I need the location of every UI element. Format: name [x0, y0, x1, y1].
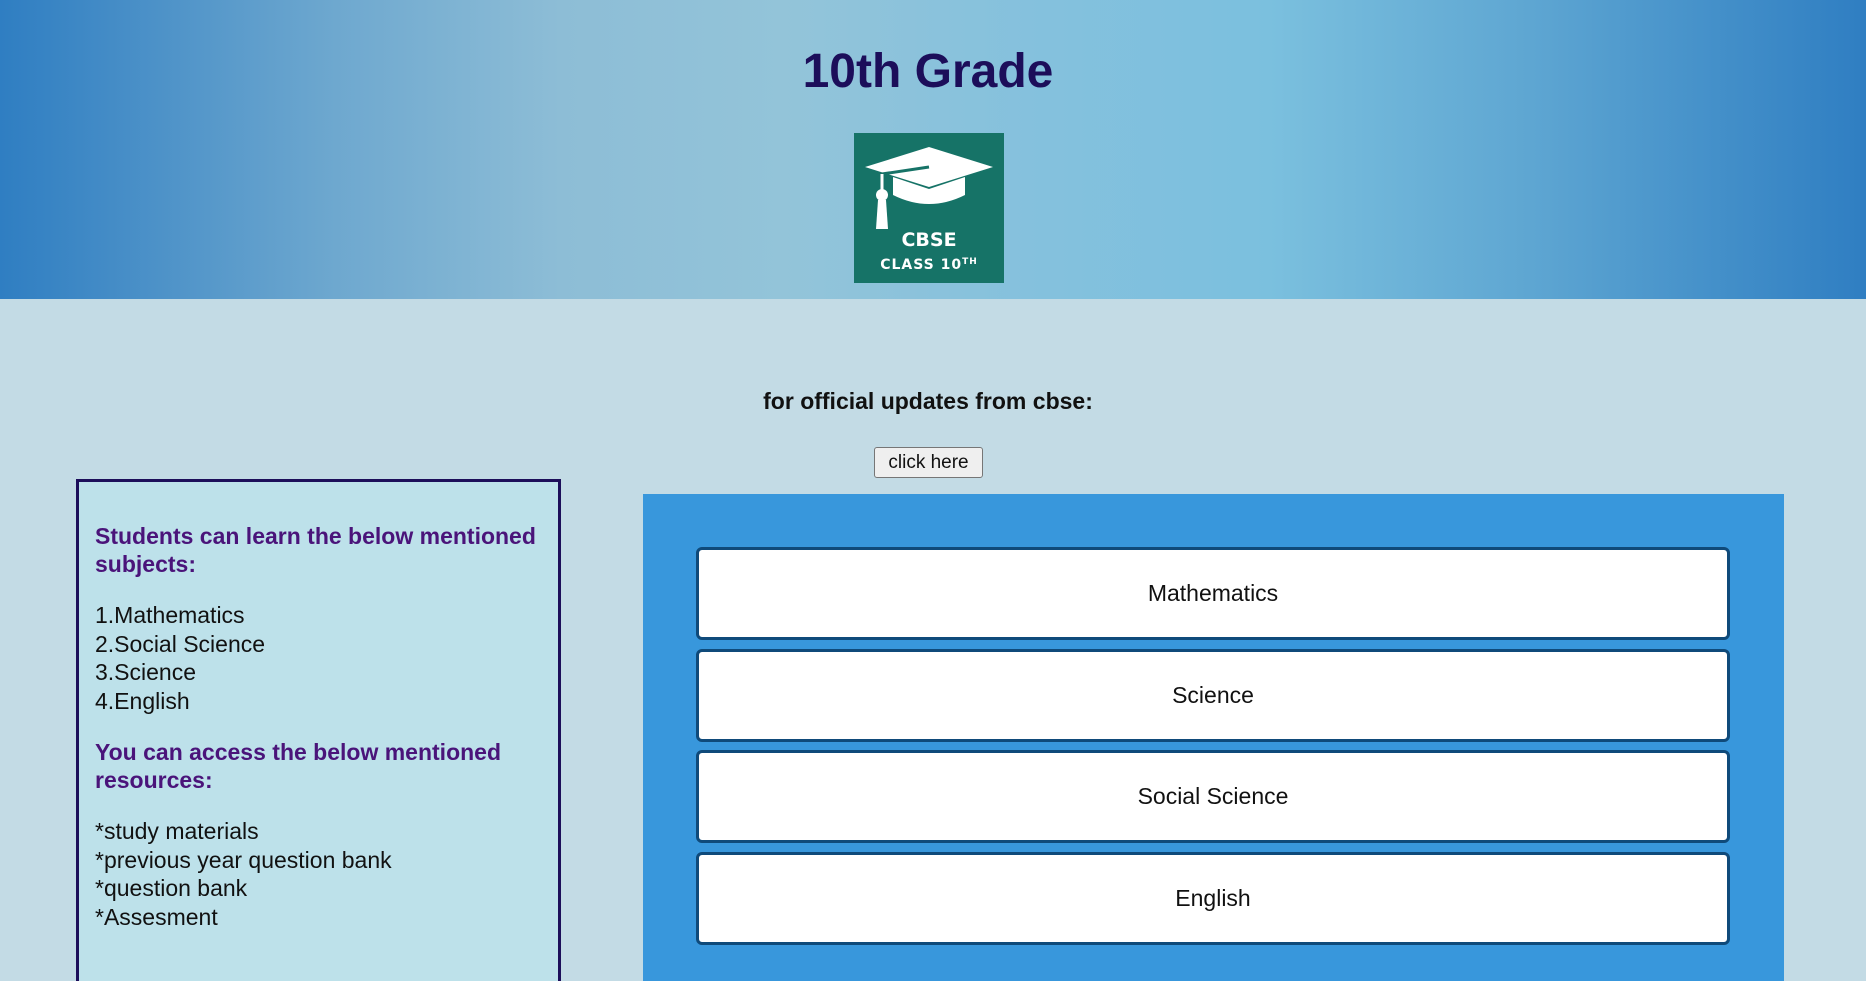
list-item: *study materials	[95, 818, 259, 844]
subject-button-social-science[interactable]: Social Science	[696, 750, 1730, 843]
list-item: *previous year question bank	[95, 846, 392, 873]
graduation-cap-icon: CBSE CLASS 10TH	[865, 147, 993, 273]
subjects-heading: Students can learn the below mentioned s…	[95, 523, 536, 577]
page: 10th Grade CBSE CLASS 10TH for official …	[0, 0, 1866, 981]
list-item: 3.Science	[95, 659, 197, 685]
cbse-logo: CBSE CLASS 10TH	[854, 133, 1004, 283]
info-box: Students can learn the below mentioned s…	[76, 479, 561, 981]
page-title: 10th Grade	[802, 45, 1054, 98]
header-banner: 10th Grade CBSE CLASS 10TH	[0, 0, 1866, 299]
list-item: 1.Mathematics	[95, 602, 245, 628]
list-item: *Assesment	[95, 903, 218, 930]
subject-button-mathematics[interactable]: Mathematics	[696, 547, 1730, 640]
resources-heading: You can access the below mentioned resou…	[95, 739, 502, 793]
logo-line2: CLASS 10TH	[880, 257, 978, 273]
list-item: 2.Social Science	[95, 630, 266, 657]
subject-button-science[interactable]: Science	[696, 649, 1730, 742]
logo-line1: CBSE	[901, 229, 956, 251]
list-item: 4.English	[95, 687, 190, 714]
subjects-panel: Mathematics Science Social Science Engli…	[643, 494, 1784, 981]
official-updates-label: for official updates from cbse:	[763, 388, 1093, 414]
subject-button-english[interactable]: English	[696, 852, 1730, 945]
list-item: *question bank	[95, 875, 248, 901]
subjects-list: 1.Mathematics 2.Social Science 3.Science…	[95, 601, 542, 715]
resources-list: *study materials *previous year question…	[95, 817, 542, 931]
click-here-button[interactable]: click here	[874, 447, 983, 478]
